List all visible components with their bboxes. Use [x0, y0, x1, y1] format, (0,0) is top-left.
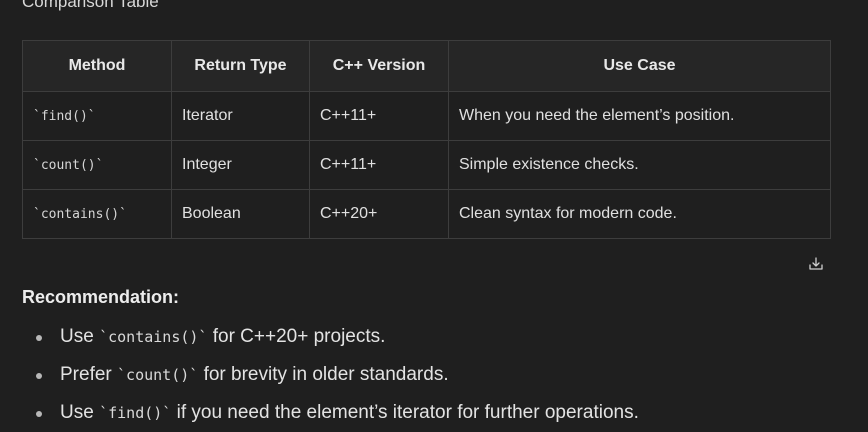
- item-text-post: if you need the element’s iterator for f…: [171, 402, 639, 423]
- table-row: `find()` Iterator C++11+ When you need t…: [22, 91, 831, 141]
- cell-use-case: When you need the element’s position.: [448, 91, 831, 141]
- cell-return-type: Iterator: [171, 91, 310, 141]
- cell-method: `contains()`: [22, 189, 172, 239]
- comparison-table: Method Return Type C++ Version Use Case …: [22, 40, 831, 239]
- item-text-pre: Prefer: [60, 364, 118, 385]
- item-code: `contains()`: [99, 328, 208, 346]
- cell-return-type: Integer: [171, 140, 310, 190]
- header-cpp-version: C++ Version: [309, 40, 449, 92]
- cell-method: `find()`: [22, 91, 172, 141]
- bullet: [36, 335, 42, 341]
- item-text-post: for brevity in older standards.: [198, 364, 449, 385]
- header-return-type: Return Type: [171, 40, 310, 92]
- item-code: `find()`: [99, 404, 172, 422]
- table-row: `contains()` Boolean C++20+ Clean syntax…: [22, 189, 831, 239]
- cell-use-case: Simple existence checks.: [448, 140, 831, 190]
- item-text-pre: Use: [60, 326, 100, 347]
- list-item: Prefer `count()` for brevity in older st…: [22, 356, 842, 394]
- bullet: [36, 373, 42, 379]
- cell-method: `count()`: [22, 140, 172, 190]
- cell-cpp-version: C++20+: [309, 189, 449, 239]
- cell-cpp-version: C++11+: [309, 91, 449, 141]
- cell-use-case: Clean syntax for modern code.: [448, 189, 831, 239]
- table-header-row: Method Return Type C++ Version Use Case: [22, 40, 831, 92]
- download-icon[interactable]: [808, 256, 824, 272]
- table-row: `count()` Integer C++11+ Simple existenc…: [22, 140, 831, 190]
- item-code: `count()`: [117, 366, 199, 384]
- comparison-table-container: Method Return Type C++ Version Use Case …: [22, 40, 831, 239]
- bullet: [36, 411, 42, 417]
- recommendation-title: Recommendation:: [22, 287, 180, 307]
- cell-cpp-version: C++11+: [309, 140, 449, 190]
- item-text-pre: Use: [60, 402, 100, 423]
- cell-return-type: Boolean: [171, 189, 310, 239]
- header-method: Method: [22, 40, 172, 92]
- section-title: Comparison Table: [22, 0, 159, 11]
- header-use-case: Use Case: [448, 40, 831, 92]
- item-text-post: for C++20+ projects.: [207, 326, 386, 347]
- recommendation-list: Use `contains()` for C++20+ projects. Pr…: [22, 318, 842, 432]
- list-item: Use `contains()` for C++20+ projects.: [22, 318, 842, 356]
- list-item: Use `find()` if you need the element’s i…: [22, 394, 842, 432]
